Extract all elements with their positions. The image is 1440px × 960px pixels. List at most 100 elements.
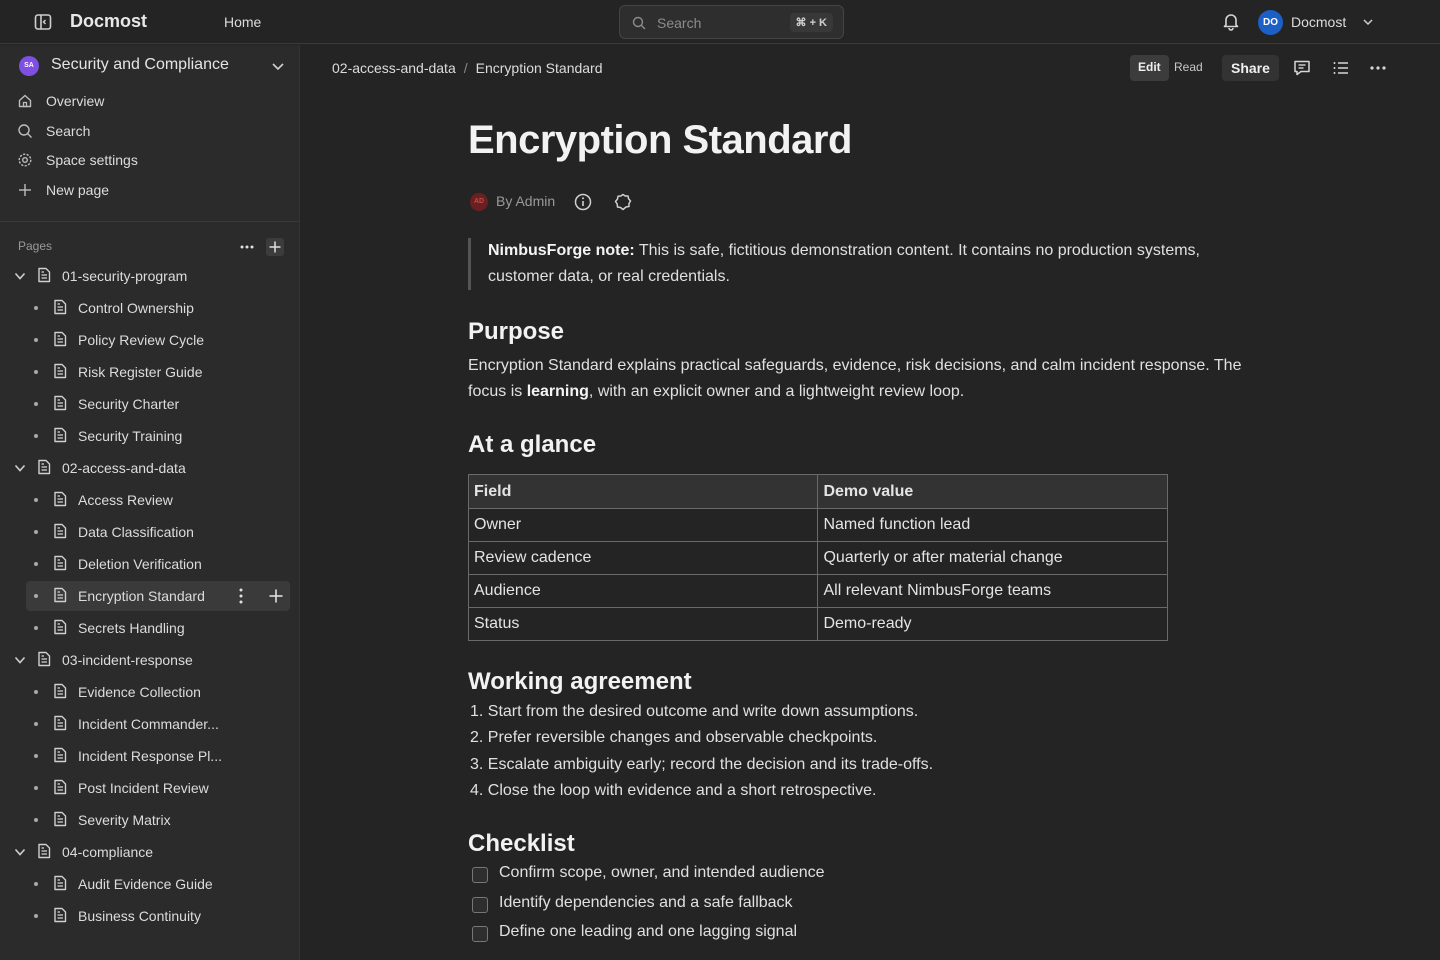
chevron-down-icon[interactable] (13, 269, 27, 283)
chevron-down-icon (270, 58, 286, 74)
page-tree-item[interactable]: Access Review (0, 485, 299, 515)
checkbox[interactable] (472, 867, 488, 883)
page-tree-item[interactable]: Business Continuity (0, 901, 299, 931)
bullet-dot-icon (34, 434, 38, 438)
page-title[interactable]: Encryption Standard (468, 118, 852, 163)
bullet-dot-icon (34, 882, 38, 886)
document-icon (53, 395, 67, 411)
user-avatar[interactable]: DO (1258, 10, 1283, 35)
breadcrumb-item[interactable]: 02-access-and-data (332, 60, 456, 76)
document-icon (37, 267, 51, 283)
user-menu-name[interactable]: Docmost (1291, 14, 1346, 30)
chevron-down-icon[interactable] (13, 845, 27, 859)
document-icon (53, 523, 67, 539)
table-row: Owner Named function lead (467, 508, 1168, 542)
edit-mode-button[interactable]: Edit (1130, 55, 1169, 81)
table-row: Review cadence Quarterly or after materia… (467, 541, 1168, 575)
page-tree-label: Evidence Collection (78, 684, 201, 700)
breadcrumb-item-current[interactable]: Encryption Standard (476, 60, 603, 76)
list-item: 3. Escalate ambiguity early; record the … (470, 755, 934, 773)
page-tree-item[interactable]: Post Incident Review (0, 773, 299, 803)
notifications-bell-icon[interactable] (1221, 11, 1241, 31)
comments-icon[interactable] (1292, 59, 1312, 77)
page-tree-item[interactable]: 01-security-program (0, 261, 299, 291)
page-tree-item[interactable]: Risk Register Guide (0, 357, 299, 387)
table-cell: Audience (467, 574, 819, 608)
page-tree-item[interactable]: Deletion Verification (0, 549, 299, 579)
page-tree-item[interactable]: Incident Commander... (0, 709, 299, 739)
home-link[interactable]: Home (224, 14, 261, 30)
purpose-bold: learning (526, 383, 589, 400)
table-header-cell: Demo value (817, 474, 1168, 509)
bullet-dot-icon (34, 722, 38, 726)
gear-icon (17, 152, 33, 168)
space-name: Security and Compliance (51, 56, 229, 73)
page-tree-item[interactable]: Incident Response Pl... (0, 741, 299, 771)
page-tree-item[interactable]: Severity Matrix (0, 805, 299, 835)
sidebar-item-search[interactable]: Search (0, 117, 299, 145)
chevron-down-icon[interactable] (13, 461, 27, 475)
page-tree-item[interactable]: Data Classification (0, 517, 299, 547)
space-switcher[interactable]: SA Security and Compliance (0, 45, 299, 87)
checkbox[interactable] (472, 896, 488, 913)
breadcrumb: 02-access-and-data / Encryption Standard (332, 60, 603, 76)
app-title[interactable]: Docmost (70, 11, 147, 32)
document-icon (53, 299, 67, 315)
page-tree-item[interactable]: Audit Evidence Guide (0, 869, 299, 899)
at-a-glance-table: Field Demo value Owner Named function lea… (467, 474, 1168, 641)
document-icon (53, 427, 67, 443)
page-tree-label: Business Continuity (78, 908, 201, 924)
page-tree-label: Severity Matrix (78, 812, 171, 828)
sidebar-item-new-page[interactable]: New page (0, 176, 299, 204)
author-byline: By Admin (496, 193, 556, 209)
space-avatar: SA (19, 56, 39, 76)
page-tree-item[interactable]: Security Training (0, 421, 299, 451)
sidebar-item-overview[interactable]: Overview (0, 87, 299, 115)
section-heading-checklist: Checklist (468, 830, 575, 857)
add-page-button[interactable] (266, 238, 284, 256)
search-icon (17, 123, 33, 139)
checkbox[interactable] (472, 926, 488, 942)
share-button[interactable]: Share (1222, 55, 1279, 81)
chevron-down-icon[interactable] (1362, 16, 1374, 28)
page-tree-item[interactable]: Secrets Handling (0, 613, 299, 643)
page-tree-label: Data Classification (78, 524, 194, 540)
page-tree-label: Security Charter (78, 396, 180, 412)
page-tree-label: 03-incident-response (62, 652, 193, 668)
plus-icon[interactable] (268, 588, 284, 604)
more-options-icon[interactable] (1368, 59, 1388, 77)
page-tree-item[interactable]: 02-access-and-data (0, 453, 299, 483)
document-icon (53, 875, 67, 891)
vertical-dots-icon[interactable] (238, 587, 244, 605)
sidebar-toggle-icon[interactable] (33, 12, 53, 32)
search-placeholder: Search (657, 15, 702, 31)
page-tree-item[interactable]: Policy Review Cycle (0, 325, 299, 355)
info-icon[interactable] (573, 192, 593, 212)
page-tree-item[interactable]: Control Ownership (0, 293, 299, 323)
document-icon (53, 587, 67, 603)
document-icon (53, 491, 67, 507)
list-item: 1. Start from the desired outcome and wr… (470, 703, 919, 720)
bullet-dot-icon (34, 626, 38, 630)
more-options-icon[interactable] (237, 238, 257, 256)
page-tree-item[interactable]: 04-compliance (0, 837, 299, 867)
bullet-dot-icon (34, 754, 38, 758)
table-of-contents-icon[interactable] (1331, 59, 1351, 77)
bullet-dot-icon (34, 370, 38, 374)
read-mode-button[interactable]: Read (1166, 55, 1211, 81)
bullet-dot-icon (34, 786, 38, 790)
checklist-item-label: Identify dependencies and a safe fallbac… (499, 893, 793, 911)
page-tree-item[interactable]: Security Charter (0, 389, 299, 419)
search-shortcut: ⌘ + K (789, 13, 833, 32)
page-tree-item[interactable]: Encryption Standard (0, 581, 299, 611)
page-tree-item[interactable]: 03-incident-response (0, 645, 299, 675)
sidebar-item-space-settings[interactable]: Space settings (0, 146, 299, 174)
note-callout: NimbusForge note: This is safe, fictitio… (468, 238, 1268, 290)
chevron-down-icon[interactable] (13, 653, 27, 667)
table-cell: Named function lead (817, 508, 1168, 542)
page-tree-item[interactable]: Evidence Collection (0, 677, 299, 707)
sidebar-item-label: Space settings (46, 152, 138, 168)
verify-badge-icon[interactable] (613, 192, 633, 212)
document-icon (53, 747, 67, 763)
search-input[interactable]: Search ⌘ + K (619, 5, 844, 39)
